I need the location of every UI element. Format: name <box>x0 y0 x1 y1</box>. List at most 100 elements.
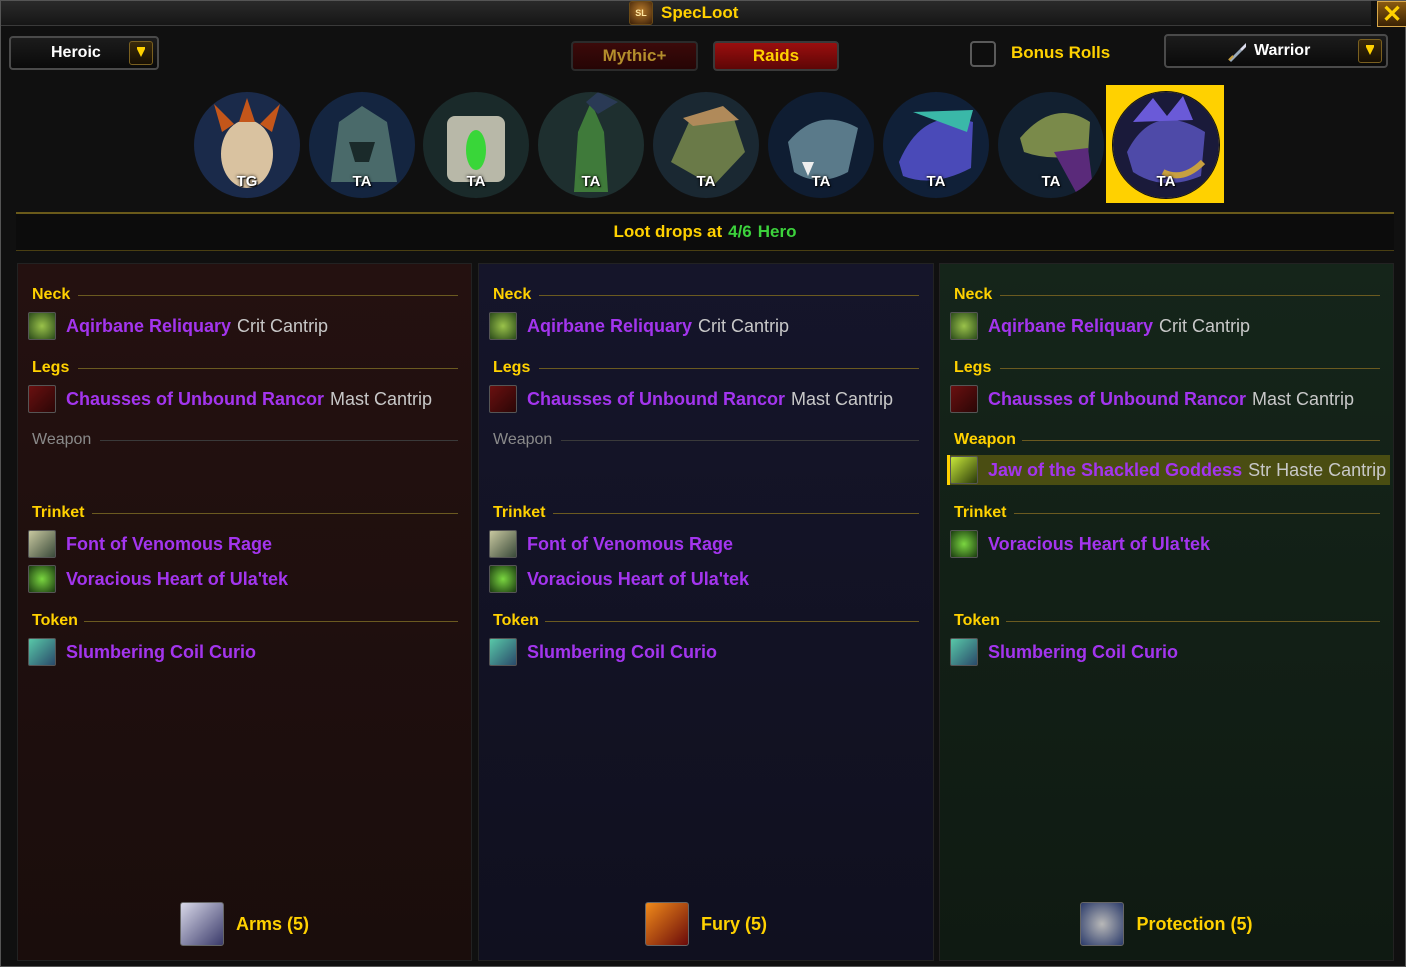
loot-drops-difficulty: Hero <box>757 222 797 241</box>
item-stats: Crit Cantrip <box>1159 315 1251 336</box>
loot-item[interactable]: Aqirbane Reliquary Crit Cantrip <box>28 311 328 341</box>
legs-item-icon <box>950 385 978 413</box>
spec-footer-protection[interactable]: Protection (5) <box>940 902 1393 946</box>
slot-header-token: Token <box>493 612 539 629</box>
weapon-item-icon <box>950 456 978 484</box>
item-stats: Str Haste Cantrip <box>1248 459 1387 480</box>
token-item-icon <box>489 638 517 666</box>
slot-header-legs: Legs <box>32 359 70 376</box>
chevron-down-icon[interactable] <box>129 41 153 65</box>
neck-item-icon <box>489 312 517 340</box>
item-name: Aqirbane Reliquary <box>527 315 693 336</box>
loot-item[interactable]: Slumbering Coil Curio <box>489 637 717 667</box>
boss-tag: TA <box>696 173 716 190</box>
item-stats: Mast Cantrip <box>791 388 894 409</box>
chevron-down-icon[interactable] <box>1358 39 1382 63</box>
slot-header-legs: Legs <box>954 359 992 376</box>
trinket-item-icon <box>489 530 517 558</box>
sword-icon <box>1228 43 1246 62</box>
item-name: Aqirbane Reliquary <box>988 315 1154 336</box>
slot-header-legs: Legs <box>493 359 531 376</box>
window-title-group: SL SpecLoot <box>629 1 738 25</box>
trinket-item-icon <box>28 565 56 593</box>
boss-tag: TA <box>1156 173 1176 190</box>
boss-tag: TG <box>236 173 258 190</box>
slot-header-weapon: Weapon <box>32 431 92 448</box>
loot-item[interactable]: Chausses of Unbound Rancor Mast Cantrip <box>489 384 893 414</box>
loot-item[interactable]: Aqirbane Reliquary Crit Cantrip <box>950 311 1250 341</box>
spec-footer-arms[interactable]: Arms (5) <box>18 902 471 946</box>
class-dropdown[interactable]: Warrior <box>1164 34 1388 68</box>
title-bar[interactable]: SL SpecLoot <box>1 1 1371 26</box>
fury-spec-icon <box>644 902 689 946</box>
boss-tag: TA <box>926 173 946 190</box>
tab-raids[interactable]: Raids <box>713 41 839 71</box>
arms-spec-icon <box>179 902 224 946</box>
spec-label: Arms (5) <box>235 913 310 934</box>
item-stats: Mast Cantrip <box>1252 388 1355 409</box>
item-name: Slumbering Coil Curio <box>527 641 718 662</box>
boss-tag: TA <box>352 173 372 190</box>
loot-item-highlighted[interactable]: Jaw of the Shackled Goddess Str Haste Ca… <box>947 455 1390 485</box>
boss-portrait-4[interactable]: TA <box>537 91 645 199</box>
slot-header-neck: Neck <box>32 286 71 303</box>
slot-divider <box>561 440 919 441</box>
slot-divider <box>92 513 458 514</box>
spec-panel-arms: Neck Aqirbane Reliquary Crit Cantrip Leg… <box>17 263 472 961</box>
loot-item[interactable]: Aqirbane Reliquary Crit Cantrip <box>489 311 789 341</box>
loot-item[interactable]: Chausses of Unbound Rancor Mast Cantrip <box>28 384 432 414</box>
boss-portrait-6[interactable]: TA <box>767 91 875 199</box>
loot-item[interactable]: Font of Venomous Rage <box>489 529 733 559</box>
item-stats: Crit Cantrip <box>237 315 329 336</box>
tab-mythic-plus[interactable]: Mythic+ <box>571 41 698 71</box>
token-item-icon <box>28 638 56 666</box>
token-item-icon <box>950 638 978 666</box>
loot-item[interactable]: Voracious Heart of Ula'tek <box>489 564 749 594</box>
slot-divider <box>1014 513 1380 514</box>
loot-item[interactable]: Slumbering Coil Curio <box>28 637 256 667</box>
spec-label: Protection (5) <box>1136 913 1253 934</box>
boss-tag: TA <box>811 173 831 190</box>
loot-item[interactable]: Voracious Heart of Ula'tek <box>28 564 288 594</box>
item-stats: Crit Cantrip <box>698 315 790 336</box>
slot-divider <box>100 440 458 441</box>
bonus-rolls-checkbox[interactable] <box>970 41 996 67</box>
boss-portrait-9[interactable]: TA <box>1112 91 1220 199</box>
loot-item[interactable]: Chausses of Unbound Rancor Mast Cantrip <box>950 384 1354 414</box>
loot-item[interactable]: Font of Venomous Rage <box>28 529 272 559</box>
slot-divider <box>1006 621 1380 622</box>
legs-item-icon <box>28 385 56 413</box>
spec-footer-fury[interactable]: Fury (5) <box>479 902 933 946</box>
boss-portrait-1[interactable]: TG <box>193 91 301 199</box>
close-button[interactable]: ✕ <box>1377 1 1406 28</box>
slot-header-token: Token <box>32 612 78 629</box>
slot-divider <box>539 295 919 296</box>
loot-item[interactable]: Voracious Heart of Ula'tek <box>950 529 1210 559</box>
slot-header-trinket: Trinket <box>954 504 1007 521</box>
slot-divider <box>539 368 919 369</box>
item-name: Aqirbane Reliquary <box>66 315 232 336</box>
slot-divider <box>553 513 919 514</box>
boss-portrait-7[interactable]: TA <box>882 91 990 199</box>
boss-portrait-8[interactable]: TA <box>997 91 1105 199</box>
slot-divider <box>78 295 458 296</box>
difficulty-dropdown[interactable]: Heroic <box>9 36 159 70</box>
item-name: Voracious Heart of Ula'tek <box>988 533 1211 554</box>
slot-divider <box>1000 368 1380 369</box>
slot-divider <box>1000 295 1380 296</box>
loot-drops-banner: Loot drops at 4/6 Hero <box>16 214 1394 250</box>
item-name: Voracious Heart of Ula'tek <box>527 568 750 589</box>
loot-item[interactable]: Slumbering Coil Curio <box>950 637 1178 667</box>
item-name: Slumbering Coil Curio <box>66 641 257 662</box>
boss-portrait-3[interactable]: TA <box>422 91 530 199</box>
slot-header-token: Token <box>954 612 1000 629</box>
divider <box>16 250 1394 251</box>
boss-portrait-2[interactable]: TA <box>308 91 416 199</box>
item-name: Chausses of Unbound Rancor <box>66 388 325 409</box>
slot-divider <box>84 621 458 622</box>
loot-drops-count: 4/6 <box>728 222 752 241</box>
bonus-rolls-label[interactable]: Bonus Rolls <box>1011 43 1110 63</box>
loot-drops-prefix: Loot drops at <box>613 222 723 241</box>
boss-portrait-5[interactable]: TA <box>652 91 760 199</box>
boss-tag: TA <box>466 173 486 190</box>
